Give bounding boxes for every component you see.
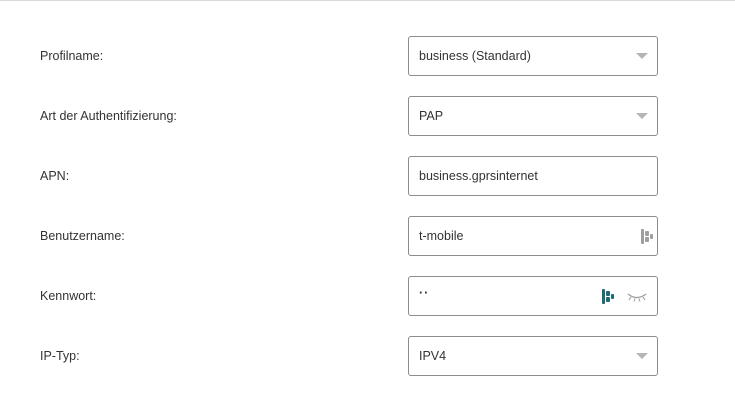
username-value: t-mobile (419, 229, 464, 243)
password-value: ·· (419, 286, 430, 300)
apn-row: APN: business.gprsinternet (0, 156, 735, 196)
chevron-down-icon (636, 113, 648, 119)
profile-name-select[interactable]: business (Standard) (408, 36, 658, 76)
profile-name-value: business (Standard) (419, 49, 531, 63)
password-manager-icon[interactable] (641, 229, 653, 244)
ip-type-select[interactable]: IPV4 (408, 336, 658, 376)
username-input[interactable]: t-mobile (408, 216, 658, 256)
top-divider (0, 0, 735, 1)
chevron-down-icon (636, 53, 648, 59)
eye-closed-icon[interactable] (627, 292, 647, 302)
auth-type-value: PAP (419, 109, 444, 123)
username-label: Benutzername: (40, 229, 125, 243)
password-label: Kennwort: (40, 289, 97, 303)
ip-type-value: IPV4 (419, 349, 447, 363)
auth-type-select[interactable]: PAP (408, 96, 658, 136)
password-manager-icon[interactable] (602, 289, 614, 304)
password-row: Kennwort: ·· (0, 276, 735, 316)
profile-name-label: Profilname: (40, 49, 104, 63)
chevron-down-icon (636, 353, 648, 359)
apn-label: APN: (40, 169, 70, 183)
username-row: Benutzername: t-mobile (0, 216, 735, 256)
apn-input[interactable]: business.gprsinternet (408, 156, 658, 196)
password-input[interactable]: ·· (408, 276, 658, 316)
apn-value: business.gprsinternet (419, 169, 538, 183)
auth-type-row: Art der Authentifizierung: PAP (0, 96, 735, 136)
auth-type-label: Art der Authentifizierung: (40, 109, 177, 123)
ip-type-label: IP-Typ: (40, 349, 80, 363)
profile-name-row: Profilname: business (Standard) (0, 36, 735, 76)
ip-type-row: IP-Typ: IPV4 (0, 336, 735, 376)
